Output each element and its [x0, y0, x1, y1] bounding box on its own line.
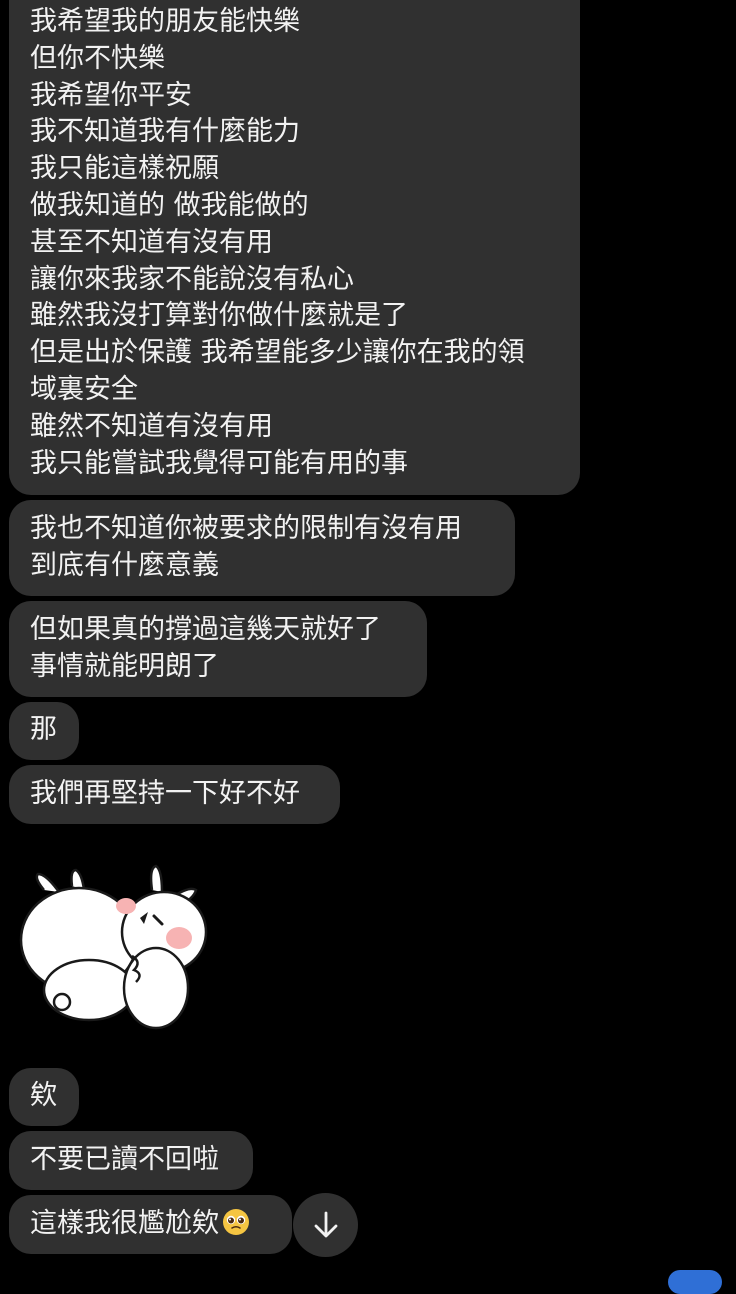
- message-bubble[interactable]: 那: [9, 702, 79, 760]
- message-bubble[interactable]: 欸: [9, 1068, 79, 1126]
- message-bubble[interactable]: 我希望我的朋友能快樂 但你不快樂 我希望你平安 我不知道我有什麼能力 我只能這樣…: [9, 0, 580, 495]
- message-thread[interactable]: 我希望我的朋友能快樂 但你不快樂 我希望你平安 我不知道我有什麼能力 我只能這樣…: [0, 0, 736, 1294]
- message-text: 這樣我很尷尬欸: [30, 1208, 219, 1239]
- message-bubble[interactable]: 這樣我很尷尬欸: [9, 1195, 292, 1254]
- message-bubble[interactable]: 我也不知道你被要求的限制有沒有用 到底有什麼意義: [9, 500, 515, 596]
- two-rabbits-hugging-icon: [19, 864, 208, 1030]
- message-bubble[interactable]: 但如果真的撐過這幾天就好了 事情就能明朗了: [9, 601, 427, 697]
- arrow-down-icon: [314, 1211, 337, 1238]
- floating-action-button[interactable]: [668, 1270, 722, 1294]
- pleading-face-icon: [221, 1207, 251, 1237]
- message-bubble[interactable]: 不要已讀不回啦: [9, 1131, 253, 1190]
- scroll-to-bottom-button[interactable]: [293, 1193, 358, 1257]
- message-bubble[interactable]: 我們再堅持一下好不好: [9, 765, 340, 824]
- rabbit-sticker[interactable]: [14, 860, 209, 1035]
